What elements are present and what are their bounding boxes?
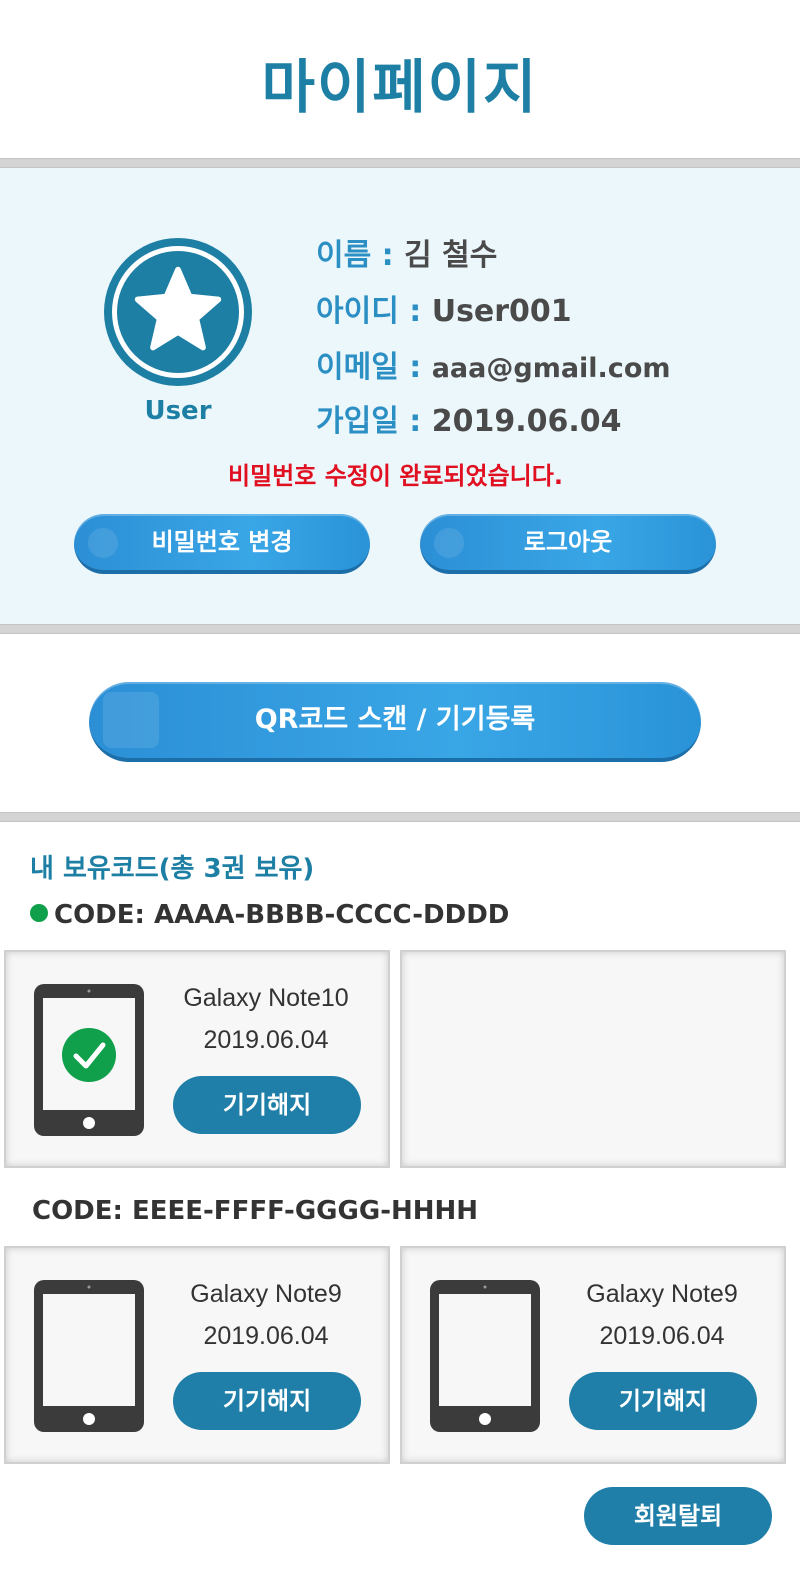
divider xyxy=(0,812,800,822)
logout-button[interactable]: 로그아웃 xyxy=(420,514,716,574)
logout-label: 로그아웃 xyxy=(523,528,613,556)
divider xyxy=(0,624,800,634)
id-value: User001 xyxy=(431,294,572,329)
info-email-row: 이메일 : aaa@gmail.com xyxy=(316,342,671,386)
tablet-icon xyxy=(34,1280,144,1432)
avatar-label: User xyxy=(144,396,212,426)
change-password-button[interactable]: 비밀번호 변경 xyxy=(74,514,370,574)
qr-scan-button[interactable]: QR코드 스캔 / 기기등록 xyxy=(89,682,701,762)
release-device-button[interactable]: 기기해지 xyxy=(173,1372,361,1430)
release-device-button[interactable]: 기기해지 xyxy=(173,1076,361,1134)
qr-scan-label: QR코드 스캔 / 기기등록 xyxy=(254,704,536,735)
info-id-row: 아이디 : User001 xyxy=(316,286,572,330)
device-model: Galaxy Note9 xyxy=(190,1280,342,1308)
join-label: 가입일 : xyxy=(316,404,422,439)
device-card: Galaxy Note10 2019.06.04 기기해지 xyxy=(4,950,390,1168)
qr-code-icon xyxy=(103,692,159,748)
withdraw-button[interactable]: 회원탈퇴 xyxy=(584,1487,772,1545)
name-label: 이름 : xyxy=(316,238,394,273)
device-card: Galaxy Note9 2019.06.04 기기해지 xyxy=(4,1246,390,1464)
logout-icon xyxy=(434,528,464,558)
avatar xyxy=(104,238,252,386)
lock-icon xyxy=(88,528,118,558)
divider xyxy=(0,158,800,168)
device-date: 2019.06.04 xyxy=(599,1322,725,1350)
device-card: Galaxy Note9 2019.06.04 기기해지 xyxy=(400,1246,786,1464)
device-date: 2019.06.04 xyxy=(203,1322,329,1350)
star-icon xyxy=(134,266,222,351)
page-title: 마이페이지 xyxy=(261,53,539,121)
name-value: 김 철수 xyxy=(404,238,498,273)
status-notice: 비밀번호 수정이 완료되었습니다. xyxy=(228,462,563,490)
empty-device-slot xyxy=(400,950,786,1168)
info-name-row: 이름 : 김 철수 xyxy=(316,230,497,274)
code-label: CODE: EEEE-FFFF-GGGG-HHHH xyxy=(32,1196,479,1226)
active-dot-icon xyxy=(30,903,48,922)
release-device-button[interactable]: 기기해지 xyxy=(569,1372,757,1430)
checkmark-icon xyxy=(62,1028,116,1082)
info-join-row: 가입일 : 2019.06.04 xyxy=(316,396,622,440)
email-label: 이메일 : xyxy=(316,350,422,385)
tablet-icon xyxy=(430,1280,540,1432)
device-date: 2019.06.04 xyxy=(203,1026,329,1054)
section-title: 내 보유코드(총 3권 보유) xyxy=(30,854,315,884)
email-value: aaa@gmail.com xyxy=(431,353,671,384)
join-value: 2019.06.04 xyxy=(431,404,622,439)
code-label: CODE: AAAA-BBBB-CCCC-DDDD xyxy=(54,900,510,930)
code-line: CODE: AAAA-BBBB-CCCC-DDDD xyxy=(30,900,509,930)
id-label: 아이디 : xyxy=(316,294,422,329)
device-model: Galaxy Note9 xyxy=(586,1280,738,1308)
code-line: CODE: EEEE-FFFF-GGGG-HHHH xyxy=(32,1196,478,1226)
change-password-label: 비밀번호 변경 xyxy=(151,528,293,556)
device-model: Galaxy Note10 xyxy=(183,984,349,1012)
